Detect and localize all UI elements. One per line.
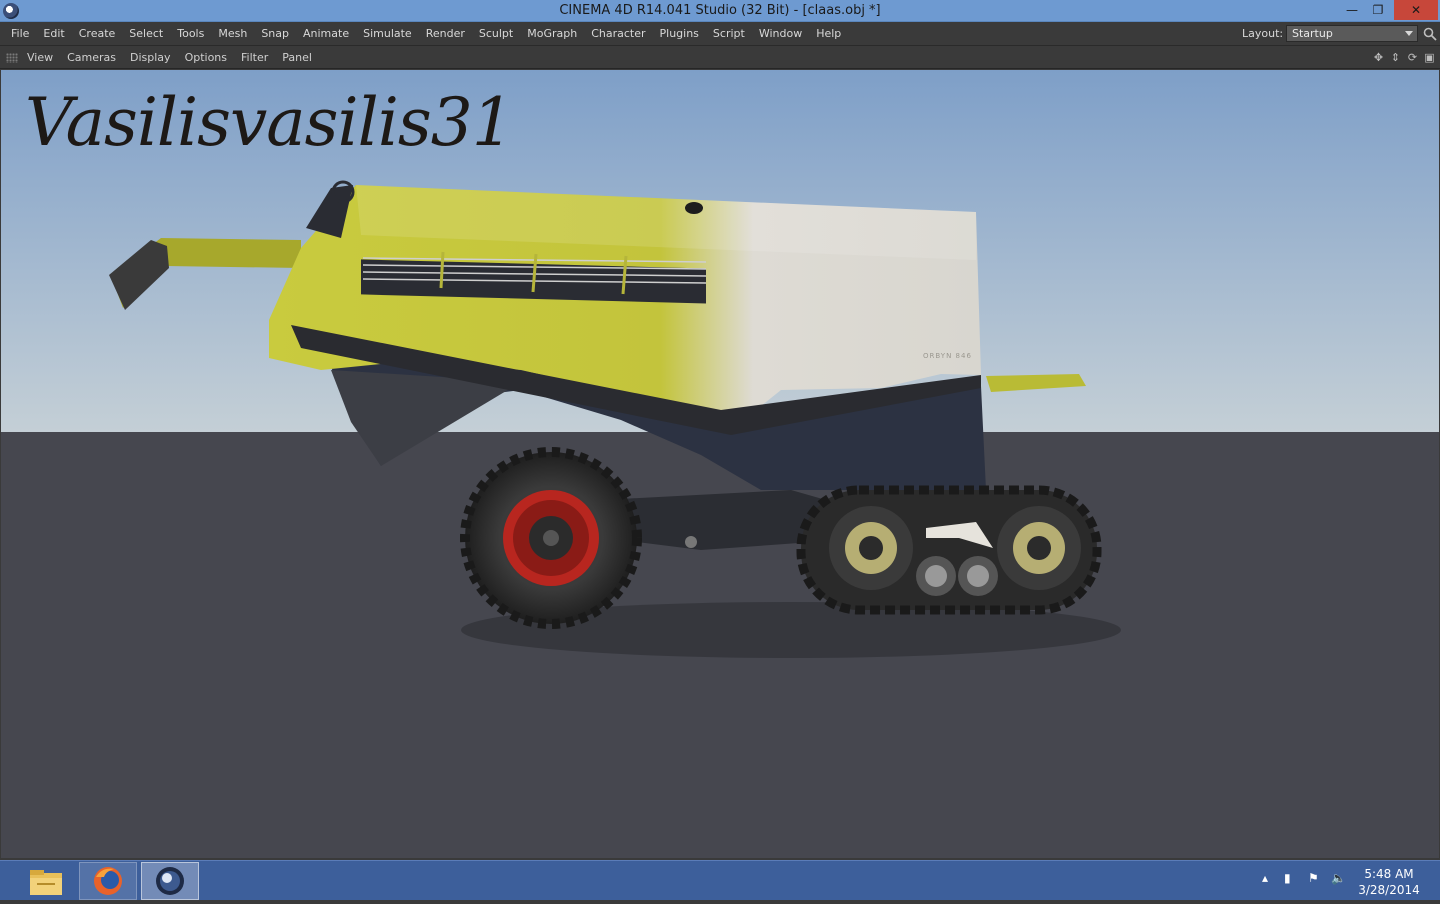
layout-dropdown-value: Startup xyxy=(1292,27,1333,40)
main-menu: File Edit Create Select Tools Mesh Snap … xyxy=(4,22,848,46)
window-title: CINEMA 4D R14.041 Studio (32 Bit) - [cla… xyxy=(559,3,881,18)
menu-help[interactable]: Help xyxy=(809,22,848,46)
viewport-render xyxy=(1,70,1439,858)
file-explorer-icon xyxy=(30,870,62,895)
toggle-view-icon[interactable]: ▣ xyxy=(1423,51,1436,64)
menu-sculpt[interactable]: Sculpt xyxy=(472,22,520,46)
viewport-menu-cameras[interactable]: Cameras xyxy=(60,47,123,69)
minimize-button[interactable]: — xyxy=(1340,0,1364,20)
cinema4d-icon xyxy=(156,867,184,895)
layout-label: Layout: xyxy=(1242,27,1284,40)
model-badge: ORBYN 846 xyxy=(923,352,972,360)
network-icon[interactable]: ▮ xyxy=(1284,871,1291,885)
rear-track xyxy=(796,485,1102,615)
viewport-menu: View Cameras Display Options Filter Pane… xyxy=(20,47,319,69)
menu-select[interactable]: Select xyxy=(122,22,170,46)
menu-animate[interactable]: Animate xyxy=(296,22,356,46)
show-hidden-icons-icon[interactable]: ▴ xyxy=(1262,871,1268,885)
restore-button[interactable]: ❐ xyxy=(1366,0,1390,20)
action-center-flag-icon[interactable]: ⚑ xyxy=(1308,871,1319,885)
3d-viewport[interactable]: Vasilisvasilis31 ORBYN 846 xyxy=(1,70,1439,858)
menu-edit[interactable]: Edit xyxy=(36,22,71,46)
viewport-menu-options[interactable]: Options xyxy=(178,47,234,69)
clock-time: 5:48 AM xyxy=(1364,867,1414,881)
close-button[interactable]: ✕ xyxy=(1394,0,1438,20)
viewport-menu-filter[interactable]: Filter xyxy=(234,47,275,69)
menu-create[interactable]: Create xyxy=(72,22,123,46)
viewport-menu-panel[interactable]: Panel xyxy=(275,47,319,69)
watermark-signature: Vasilisvasilis31 xyxy=(25,84,514,161)
panel-grip-icon[interactable] xyxy=(6,53,18,63)
taskbar-cinema4d[interactable] xyxy=(141,862,199,900)
menu-plugins[interactable]: Plugins xyxy=(653,22,706,46)
viewport-nav-icons: ✥ ⇕ ⟳ ▣ xyxy=(1372,51,1436,64)
firefox-icon xyxy=(94,867,122,895)
window-titlebar: CINEMA 4D R14.041 Studio (32 Bit) - [cla… xyxy=(0,0,1440,22)
axle-bolt xyxy=(685,536,697,548)
viewport-menu-display[interactable]: Display xyxy=(123,47,178,69)
taskbar-firefox[interactable] xyxy=(79,862,137,900)
front-wheel xyxy=(460,447,642,629)
menu-mesh[interactable]: Mesh xyxy=(211,22,254,46)
viewport-menu-view[interactable]: View xyxy=(20,47,60,69)
main-menubar: File Edit Create Select Tools Mesh Snap … xyxy=(0,22,1440,46)
body-vent-dot xyxy=(685,202,703,214)
menu-script[interactable]: Script xyxy=(706,22,752,46)
rotate-view-icon[interactable]: ⟳ xyxy=(1406,51,1419,64)
windows-taskbar: ▴ ▮ ⚑ 🔈 5:48 AM 3/28/2014 xyxy=(0,860,1440,900)
menu-window[interactable]: Window xyxy=(752,22,809,46)
search-icon[interactable] xyxy=(1423,27,1437,41)
chevron-down-icon xyxy=(1405,31,1413,36)
menu-render[interactable]: Render xyxy=(419,22,472,46)
layout-dropdown[interactable]: Startup xyxy=(1286,25,1418,42)
menu-snap[interactable]: Snap xyxy=(254,22,296,46)
menu-simulate[interactable]: Simulate xyxy=(356,22,419,46)
system-clock[interactable]: 5:48 AM 3/28/2014 xyxy=(1356,866,1422,898)
taskbar-file-explorer[interactable] xyxy=(17,862,75,900)
menu-character[interactable]: Character xyxy=(584,22,652,46)
menu-mograph[interactable]: MoGraph xyxy=(520,22,584,46)
move-view-icon[interactable]: ✥ xyxy=(1372,51,1385,64)
menu-file[interactable]: File xyxy=(4,22,36,46)
volume-icon[interactable]: 🔈 xyxy=(1331,871,1346,885)
menu-tools[interactable]: Tools xyxy=(170,22,211,46)
clock-date: 3/28/2014 xyxy=(1358,883,1420,897)
viewport-menubar: View Cameras Display Options Filter Pane… xyxy=(0,47,1440,69)
dolly-view-icon[interactable]: ⇕ xyxy=(1389,51,1402,64)
